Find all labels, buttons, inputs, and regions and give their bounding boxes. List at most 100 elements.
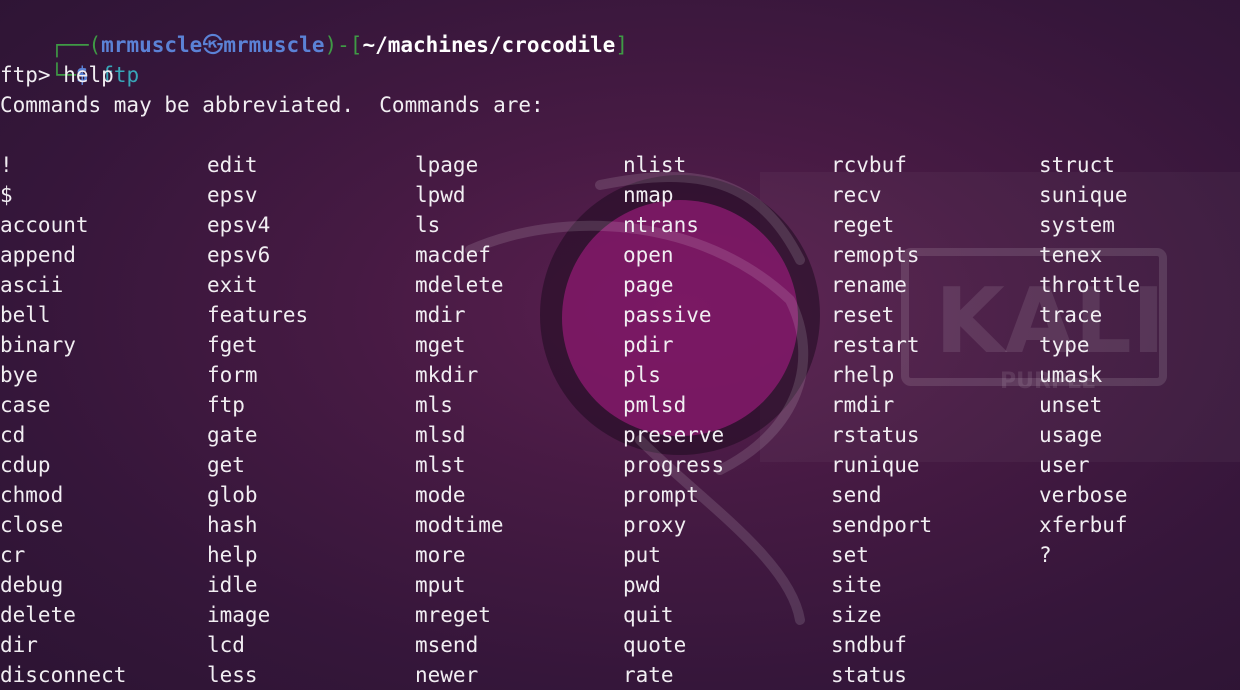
ftp-command-item: help [207, 543, 258, 567]
ftp-command-item: throttle [1039, 273, 1141, 297]
commands-column-2: edit epsv epsv4 epsv6 exit features fget form ft… [207, 150, 308, 690]
ftp-command-item: site [831, 573, 882, 597]
prompt-path: ~/machines/crocodile [362, 33, 616, 57]
prompt-open-bracket: [ [349, 33, 363, 57]
prompt-at-icon: ㉿ [202, 33, 224, 57]
ftp-prompt-line: ftp> help [0, 63, 114, 87]
ftp-command-item: rate [623, 663, 674, 687]
ftp-command-item: remopts [831, 243, 920, 267]
ftp-command-item: lpwd [415, 183, 466, 207]
ftp-command-item: cr [0, 543, 26, 567]
ftp-command-item: user [1039, 453, 1090, 477]
ftp-command-item: usage [1039, 423, 1103, 447]
ftp-command-item: set [831, 543, 869, 567]
ftp-command-item: epsv4 [207, 213, 271, 237]
ftp-command-item: system [1039, 213, 1115, 237]
ftp-command-item: unset [1039, 393, 1103, 417]
ftp-command-item: disconnect [0, 663, 127, 687]
ftp-command-item: ntrans [623, 213, 699, 237]
ftp-command-item: binary [0, 333, 76, 357]
ftp-command-item: cd [0, 423, 26, 447]
ftp-command-item: msend [415, 633, 479, 657]
ftp-command-item: mode [415, 483, 466, 507]
ftp-command-item: epsv6 [207, 243, 271, 267]
ftp-command-item: account [0, 213, 89, 237]
ftp-command-item: trace [1039, 303, 1103, 327]
ftp-command-item: sunique [1039, 183, 1128, 207]
ftp-command-item: page [623, 273, 674, 297]
ftp-command-item: mlsd [415, 423, 466, 447]
ftp-command-item: status [831, 663, 907, 687]
ftp-command-item: put [623, 543, 661, 567]
prompt-close-paren: ) [324, 33, 338, 57]
ftp-command-item: recv [831, 183, 882, 207]
ftp-command-item: more [415, 543, 466, 567]
commands-column-5: rcvbuf recv reget remopts rename reset restart… [831, 150, 932, 690]
shell-prompt-line-1: ┌──(mrmuscle㉿mrmuscle)-[~/machines/croco… [0, 0, 628, 57]
ftp-command-item: pmlsd [623, 393, 687, 417]
ftp-command-item: image [207, 603, 271, 627]
ftp-command-item: edit [207, 153, 258, 177]
ftp-command-item: idle [207, 573, 258, 597]
ftp-command-item: prompt [623, 483, 699, 507]
ftp-command-item: mlst [415, 453, 466, 477]
ftp-command-item: modtime [415, 513, 504, 537]
ftp-command-item: xferbuf [1039, 513, 1128, 537]
ftp-command-item: pls [623, 363, 661, 387]
ftp-command-item: append [0, 243, 76, 267]
ftp-command-item: proxy [623, 513, 687, 537]
ftp-command-item: rmdir [831, 393, 895, 417]
ftp-command-item: epsv [207, 183, 258, 207]
ftp-command-item: open [623, 243, 674, 267]
ftp-command-item: gate [207, 423, 258, 447]
ftp-command-item: fget [207, 333, 258, 357]
ftp-command-item: mls [415, 393, 453, 417]
ftp-command-item: less [207, 663, 258, 687]
prompt-hostname: mrmuscle [223, 33, 325, 57]
ftp-command-item: size [831, 603, 882, 627]
prompt-dash: - [337, 33, 350, 57]
ftp-command-item: rcvbuf [831, 153, 907, 177]
ftp-command-item: umask [1039, 363, 1103, 387]
ftp-command-item: ftp [207, 393, 245, 417]
ftp-command-item: mdelete [415, 273, 504, 297]
ftp-command-item: tenex [1039, 243, 1103, 267]
ftp-command-item: sndbuf [831, 633, 907, 657]
commands-column-1: ! $ account append ascii bell binary bye case cd c… [0, 150, 126, 690]
ftp-command-item: ! [0, 153, 13, 177]
ftp-command-item: mreget [415, 603, 491, 627]
ftp-command-item: rhelp [831, 363, 895, 387]
ftp-command-item: mdir [415, 303, 466, 327]
ftp-command-item: send [831, 483, 882, 507]
commands-column-6: struct sunique system tenex throttle trace typ… [1039, 150, 1140, 570]
ftp-command-item: close [0, 513, 64, 537]
ftp-command-item: chmod [0, 483, 64, 507]
ftp-command-item: case [0, 393, 51, 417]
ftp-command-item: ? [1039, 543, 1052, 567]
ftp-command-item: nlist [623, 153, 687, 177]
ftp-command-item: debug [0, 573, 64, 597]
ftp-command-item: lpage [415, 153, 479, 177]
prompt-close-bracket: ] [615, 33, 628, 57]
ftp-command-item: quote [623, 633, 687, 657]
ftp-command-item: rstatus [831, 423, 920, 447]
ftp-command-item: pdir [623, 333, 674, 357]
ftp-command-item: form [207, 363, 258, 387]
ftp-command-item: pwd [623, 573, 661, 597]
ftp-command-item: reset [831, 303, 895, 327]
ftp-command-item: progress [623, 453, 725, 477]
ftp-command-item: nmap [623, 183, 674, 207]
ftp-command-item: preserve [623, 423, 725, 447]
terminal-window[interactable]: ┌──(mrmuscle㉿mrmuscle)-[~/machines/croco… [0, 0, 1240, 690]
ftp-command-item: get [207, 453, 245, 477]
ftp-command-item: newer [415, 663, 479, 687]
ftp-command-item: ls [415, 213, 441, 237]
commands-column-4: nlist nmap ntrans open page passive pdir pls pml… [623, 150, 724, 690]
ftp-command-item: delete [0, 603, 76, 627]
ftp-command-item: rename [831, 273, 907, 297]
commands-intro-line: Commands may be abbreviated. Commands ar… [0, 93, 544, 117]
ftp-command-item: exit [207, 273, 258, 297]
ftp-command-item: sendport [831, 513, 933, 537]
ftp-command-item: mget [415, 333, 466, 357]
ftp-command-item: passive [623, 303, 712, 327]
